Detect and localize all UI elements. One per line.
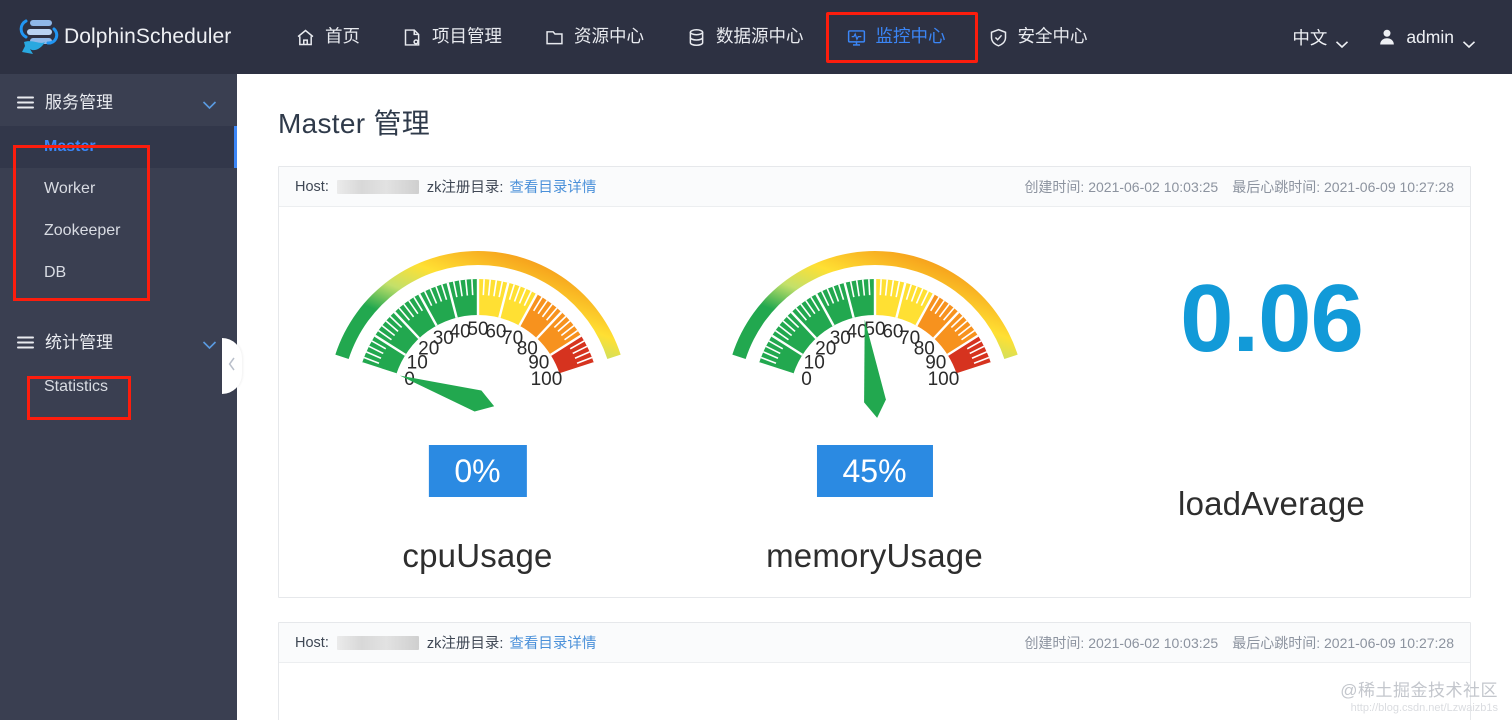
nav-item-datasource-label: 数据源中心 — [716, 26, 804, 47]
create-time: 创建时间: 2021-06-02 10:03:25 — [1024, 633, 1218, 653]
card-timestamps: 创建时间: 2021-06-02 10:03:25 最后心跳时间: 2021-0… — [1024, 633, 1454, 653]
sidebar-item-zookeeper-label: Zookeeper — [44, 222, 121, 239]
host-label: Host: — [295, 178, 329, 195]
database-icon — [686, 27, 707, 48]
monitor-icon — [846, 27, 867, 48]
cpu-usage-value-badge: 0% — [428, 445, 527, 497]
sidebar-group-statistics-management[interactable]: 统计管理 — [0, 314, 237, 366]
nav-item-home-label: 首页 — [325, 26, 360, 47]
nav-item-datasource[interactable]: 数据源中心 — [665, 0, 825, 74]
master-card-2-header: Host: zk注册目录: 查看目录详情 创建时间: 2021-06-02 10… — [279, 623, 1470, 663]
zk-label: zk注册目录: — [426, 180, 504, 196]
user-label: admin — [1406, 26, 1454, 47]
nav-item-resource-label: 资源中心 — [574, 26, 644, 47]
hamburger-icon — [17, 94, 34, 108]
sidebar: 服务管理 Master Worker Zookeeper DB 统计管理 Sta… — [0, 74, 237, 720]
nav-item-monitor[interactable]: 监控中心 — [825, 0, 967, 74]
sidebar-item-worker[interactable]: Worker — [0, 168, 237, 210]
sidebar-item-db[interactable]: DB — [0, 252, 237, 294]
nav-item-security-label: 安全中心 — [1017, 26, 1088, 47]
host-info: Host: zk注册目录: 查看目录详情 — [295, 176, 596, 197]
master-card-body: 0102030405060708090100 0% cpuUsage 01020… — [279, 207, 1470, 597]
sidebar-item-zookeeper[interactable]: Zookeeper — [0, 210, 237, 252]
main-content: Master 管理 Host: zk注册目录: 查看目录详情 创建时间: 202… — [237, 74, 1512, 720]
folder-icon — [544, 27, 565, 48]
metric-cpu-usage: 0102030405060708090100 0% cpuUsage — [279, 207, 676, 575]
heartbeat-time: 最后心跳时间: 2021-06-09 10:27:28 — [1232, 633, 1454, 653]
nav-item-project-label: 项目管理 — [432, 26, 502, 47]
heartbeat-time-value: 2021-06-09 10:27:28 — [1324, 634, 1454, 651]
chevron-down-icon — [202, 335, 217, 350]
project-icon — [402, 27, 423, 48]
user-menu[interactable]: admin — [1363, 27, 1490, 48]
create-time-label: 创建时间: — [1024, 634, 1085, 651]
chevron-down-icon — [1462, 33, 1476, 48]
load-average-label: loadAverage — [1178, 485, 1365, 522]
metric-load-average: 0.06 loadAverage — [1073, 207, 1470, 523]
master-card-header: Host: zk注册目录: 查看目录详情 创建时间: 2021-06-02 10… — [279, 167, 1470, 207]
sidebar-group-service-management[interactable]: 服务管理 — [0, 74, 237, 126]
master-card-2-body — [279, 663, 1470, 720]
user-icon — [1377, 27, 1398, 48]
top-nav-items: 首页 项目管理 资源中心 数据源中心 监控中心 安全中心 — [237, 0, 1278, 74]
page-title: Master 管理 — [278, 108, 431, 139]
create-time: 创建时间: 2021-06-02 10:03:25 — [1024, 177, 1218, 197]
brand-name: DolphinScheduler — [64, 25, 232, 48]
svg-text:100: 100 — [927, 369, 959, 390]
create-time-value: 2021-06-02 10:03:25 — [1088, 178, 1219, 195]
heartbeat-time-label: 最后心跳时间: — [1232, 634, 1321, 651]
load-average-value: 0.06 — [1180, 265, 1364, 372]
heartbeat-time: 最后心跳时间: 2021-06-09 10:27:28 — [1232, 177, 1454, 197]
heartbeat-time-value: 2021-06-09 10:27:28 — [1324, 178, 1454, 195]
nav-item-security[interactable]: 安全中心 — [967, 0, 1109, 74]
card-timestamps: 创建时间: 2021-06-02 10:03:25 最后心跳时间: 2021-0… — [1024, 177, 1454, 197]
language-label: 中文 — [1292, 27, 1328, 48]
sidebar-item-statistics[interactable]: Statistics — [0, 366, 237, 408]
dolphin-logo-icon — [14, 15, 60, 59]
app-root: DolphinScheduler 首页 项目管理 资源中心 数据源中心 监控中心… — [0, 0, 1512, 720]
sidebar-item-master[interactable]: Master — [0, 126, 237, 168]
nav-item-monitor-label: 监控中心 — [875, 26, 946, 47]
nav-item-home[interactable]: 首页 — [274, 0, 381, 74]
host-info: Host: zk注册目录: 查看目录详情 — [295, 632, 596, 653]
sidebar-item-statistics-label: Statistics — [44, 378, 109, 395]
home-icon — [295, 27, 316, 48]
create-time-label: 创建时间: — [1024, 178, 1085, 195]
brand[interactable]: DolphinScheduler — [0, 15, 237, 59]
sidebar-item-worker-label: Worker — [44, 180, 96, 197]
zk-directory-link[interactable]: 查看目录详情 — [509, 632, 596, 653]
nav-item-resource[interactable]: 资源中心 — [523, 0, 665, 74]
master-card-2: Host: zk注册目录: 查看目录详情 创建时间: 2021-06-02 10… — [278, 622, 1471, 720]
chevron-down-icon — [1335, 33, 1349, 48]
cpu-usage-gauge: 0102030405060708090100 0% — [308, 215, 648, 515]
chevron-down-icon — [202, 95, 217, 110]
sidebar-item-master-label: Master — [44, 138, 96, 155]
cpu-usage-label: cpuUsage — [402, 537, 553, 574]
language-switcher[interactable]: 中文 — [1278, 25, 1363, 50]
metric-memory-usage: 0 10 20 30 40 50 60 70 80 90 100 45% memoryUsage — [676, 207, 1073, 575]
heartbeat-time-label: 最后心跳时间: — [1232, 178, 1321, 195]
host-value-masked — [336, 179, 419, 194]
nav-item-project[interactable]: 项目管理 — [381, 0, 523, 74]
svg-text:100: 100 — [530, 369, 562, 390]
master-card: Host: zk注册目录: 查看目录详情 创建时间: 2021-06-02 10… — [278, 166, 1471, 598]
sidebar-group-service-management-label: 服务管理 — [45, 92, 113, 112]
memory-usage-value-badge: 45% — [816, 445, 933, 497]
chevron-left-icon — [228, 357, 236, 375]
shield-icon — [988, 27, 1009, 48]
create-time-value: 2021-06-02 10:03:25 — [1088, 634, 1219, 651]
sidebar-item-db-label: DB — [44, 264, 67, 281]
memory-usage-gauge: 0 10 20 30 40 50 60 70 80 90 100 45% — [705, 215, 1045, 515]
host-value-masked — [336, 635, 419, 650]
memory-usage-label: memoryUsage — [766, 537, 983, 574]
top-nav-right: 中文 admin — [1278, 25, 1512, 50]
hamburger-icon — [17, 334, 34, 348]
host-label: Host: — [295, 634, 329, 651]
sidebar-group-statistics-management-label: 统计管理 — [45, 332, 113, 352]
zk-label: zk注册目录: — [426, 636, 504, 652]
top-navigation-bar: DolphinScheduler 首页 项目管理 资源中心 数据源中心 监控中心… — [0, 0, 1512, 74]
zk-directory-link[interactable]: 查看目录详情 — [509, 176, 596, 197]
